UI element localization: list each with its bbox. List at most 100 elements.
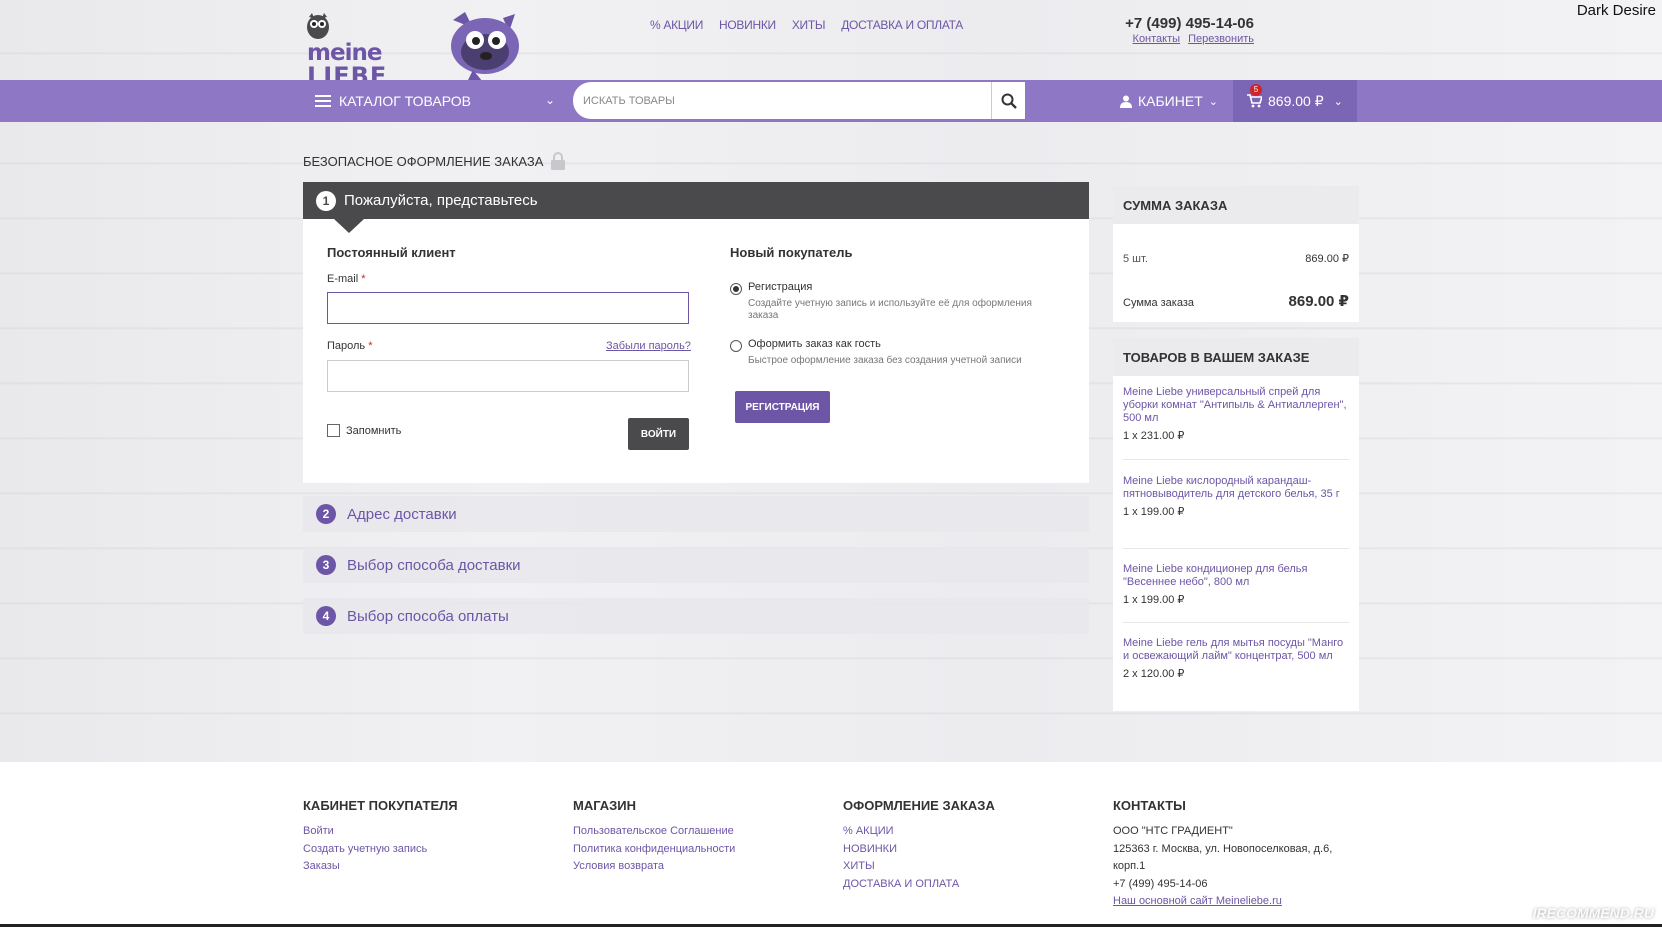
footer-sales-link[interactable]: % АКЦИИ [843,823,995,841]
radio-registration-label: Регистрация [748,281,813,293]
footer-returns-link[interactable]: Условия возврата [573,858,735,876]
footer-heading: КАБИНЕТ ПОКУПАТЕЛЯ [303,798,458,813]
raccoon-mascot-icon [451,12,519,82]
cart-button[interactable]: 5 869.00 ₽ ⌄ [1233,80,1357,122]
step-number: 1 [316,190,336,211]
step-title: Выбор способа оплаты [347,607,509,625]
step-number: 2 [316,504,336,524]
site-header: meine LIEBE % АКЦИИ НОВИНКИ ХИТЫ ДОСТАВК… [0,0,1662,90]
item-name-link[interactable]: Meine Liebe универсальный спрей для убор… [1123,386,1349,425]
order-summary-title: СУММА ЗАКАЗА [1113,186,1359,224]
step-delivery-method[interactable]: 3 Выбор способа доставки [303,547,1089,583]
cabinet-label: КАБИНЕТ [1138,93,1203,109]
hamburger-icon [315,95,331,107]
footer-shop: МАГАЗИН Пользовательское Соглашение Поли… [573,798,735,876]
footer-phone: +7 (499) 495-14-06 [1113,877,1208,890]
password-label: Пароль * [327,340,373,352]
radio-guest-label: Оформить заказ как гость [748,338,881,350]
checkbox-box[interactable] [327,424,340,437]
divider [1123,622,1349,623]
footer-heading: КОНТАКТЫ [1113,798,1186,813]
order-items-body: Meine Liebe универсальный спрей для убор… [1113,376,1359,711]
user-icon [1120,95,1132,108]
search-box [573,82,1025,119]
footer-main-site-link[interactable]: Наш основной сайт Meineliebe.ru [1113,893,1353,911]
step-delivery-address[interactable]: 2 Адрес доставки [303,496,1089,532]
item-qty: 2 x 120.00 ₽ [1123,668,1185,680]
divider [1123,459,1349,460]
footer-login-link[interactable]: Войти [303,823,458,841]
footer-hits-link[interactable]: ХИТЫ [843,858,995,876]
cart-count-badge: 5 [1250,84,1262,96]
header-phone: +7 (499) 495-14-06 [1125,15,1254,32]
password-field[interactable] [327,360,689,392]
new-customer-title: Новый покупатель [730,245,853,260]
search-button[interactable] [991,82,1025,119]
radio-guest[interactable]: Оформить заказ как гость Быстрое оформле… [730,338,1048,367]
radio-registration[interactable]: Регистрация Создайте учетную запись и ис… [730,281,1048,322]
list-item: Meine Liebe кондиционер для белья "Весен… [1123,563,1349,606]
footer-delivery-link[interactable]: ДОСТАВКА И ОПЛАТА [843,876,995,894]
register-button[interactable]: РЕГИСТРАЦИЯ [735,391,830,423]
item-name-link[interactable]: Meine Liebe гель для мытья посуды "Манго… [1123,637,1349,663]
footer-contacts: КОНТАКТЫ ООО "НТС ГРАДИЕНТ" 125363 г. Мо… [1113,798,1353,911]
summary-total-row: Сумма заказа 869.00 ₽ [1123,292,1349,310]
phone-block: +7 (499) 495-14-06 Контакты Перезвонить [1112,15,1254,45]
nav-sales[interactable]: % АКЦИИ [650,18,703,32]
footer-address: 125363 г. Москва, ул. Новопоселковая, д.… [1113,842,1333,873]
nav-new[interactable]: НОВИНКИ [719,18,776,32]
callback-link[interactable]: Перезвонить [1188,33,1254,45]
summary-total-value: 869.00 ₽ [1288,293,1349,310]
site-footer: КАБИНЕТ ПОКУПАТЕЛЯ Войти Создать учетную… [0,762,1662,927]
item-name-link[interactable]: Meine Liebe кислородный карандаш-пятновы… [1123,475,1349,501]
owl-logo-icon [307,13,329,39]
nav-delivery[interactable]: ДОСТАВКА И ОПЛАТА [841,18,963,32]
footer-heading: ОФОРМЛЕНИЕ ЗАКАЗА [843,798,995,813]
radio-button[interactable] [730,340,742,352]
footer-orders-link[interactable]: Заказы [303,858,458,876]
footer-agreement-link[interactable]: Пользовательское Соглашение [573,823,735,841]
step-title: Адрес доставки [347,505,457,523]
radio-guest-desc: Быстрое оформление заказа без создания у… [748,355,1022,366]
step-title: Пожалуйста, представьтесь [344,192,538,209]
login-button[interactable]: ВОЙТИ [628,418,689,450]
item-qty: 1 x 199.00 ₽ [1123,594,1185,606]
step-pointer [334,219,364,233]
step-1-header: 1 Пожалуйста, представьтесь [303,182,1089,219]
cart-icon [1247,94,1262,108]
secure-text: БЕЗОПАСНОЕ ОФОРМЛЕНИЕ ЗАКАЗА [303,153,544,169]
lock-icon [551,152,566,170]
search-icon [1001,93,1017,109]
remember-checkbox[interactable]: Запомнить [327,424,401,437]
chevron-down-icon: ⌄ [1333,95,1343,108]
footer-privacy-link[interactable]: Политика конфиденциальности [573,841,735,859]
footer-new-link[interactable]: НОВИНКИ [843,841,995,859]
order-summary-body: 5 шт. 869.00 ₽ Сумма заказа 869.00 ₽ [1113,224,1359,322]
forgot-password-link[interactable]: Забыли пароль? [606,340,691,352]
returning-customer-title: Постоянный клиент [327,245,456,260]
nav-hits[interactable]: ХИТЫ [792,18,826,32]
list-item: Meine Liebe кислородный карандаш-пятновы… [1123,475,1349,518]
footer-heading: МАГАЗИН [573,798,637,813]
search-input[interactable] [583,83,998,118]
footer-order: ОФОРМЛЕНИЕ ЗАКАЗА % АКЦИИ НОВИНКИ ХИТЫ Д… [843,798,995,893]
catalog-menu-button[interactable]: КАТАЛОГ ТОВАРОВ ⌄ [315,80,555,122]
footer-register-link[interactable]: Создать учетную запись [303,841,458,859]
email-field[interactable] [327,292,689,324]
radio-registration-desc: Создайте учетную запись и используйте её… [748,298,1032,321]
site-logo[interactable]: meine LIEBE [303,10,386,90]
corner-username: Dark Desire [1576,2,1656,19]
item-name-link[interactable]: Meine Liebe кондиционер для белья "Весен… [1123,563,1349,589]
step-payment-method[interactable]: 4 Выбор способа оплаты [303,598,1089,634]
footer-company: ООО "НТС ГРАДИЕНТ" [1113,825,1233,837]
chevron-down-icon: ⌄ [1208,95,1218,108]
step-1-body: Постоянный клиент E-mail * Пароль * Забы… [303,219,1089,483]
summary-qty-value: 869.00 ₽ [1305,253,1349,265]
cabinet-menu[interactable]: КАБИНЕТ ⌄ [1120,80,1218,122]
contacts-link[interactable]: Контакты [1133,33,1181,45]
radio-button-checked[interactable] [730,283,742,295]
step-number: 4 [316,606,336,626]
main-bar: КАТАЛОГ ТОВАРОВ ⌄ КАБИНЕТ ⌄ 5 869.00 ₽ ⌄ [0,80,1662,122]
cart-total: 869.00 ₽ [1268,92,1324,109]
secure-checkout-label: БЕЗОПАСНОЕ ОФОРМЛЕНИЕ ЗАКАЗА [303,152,566,170]
